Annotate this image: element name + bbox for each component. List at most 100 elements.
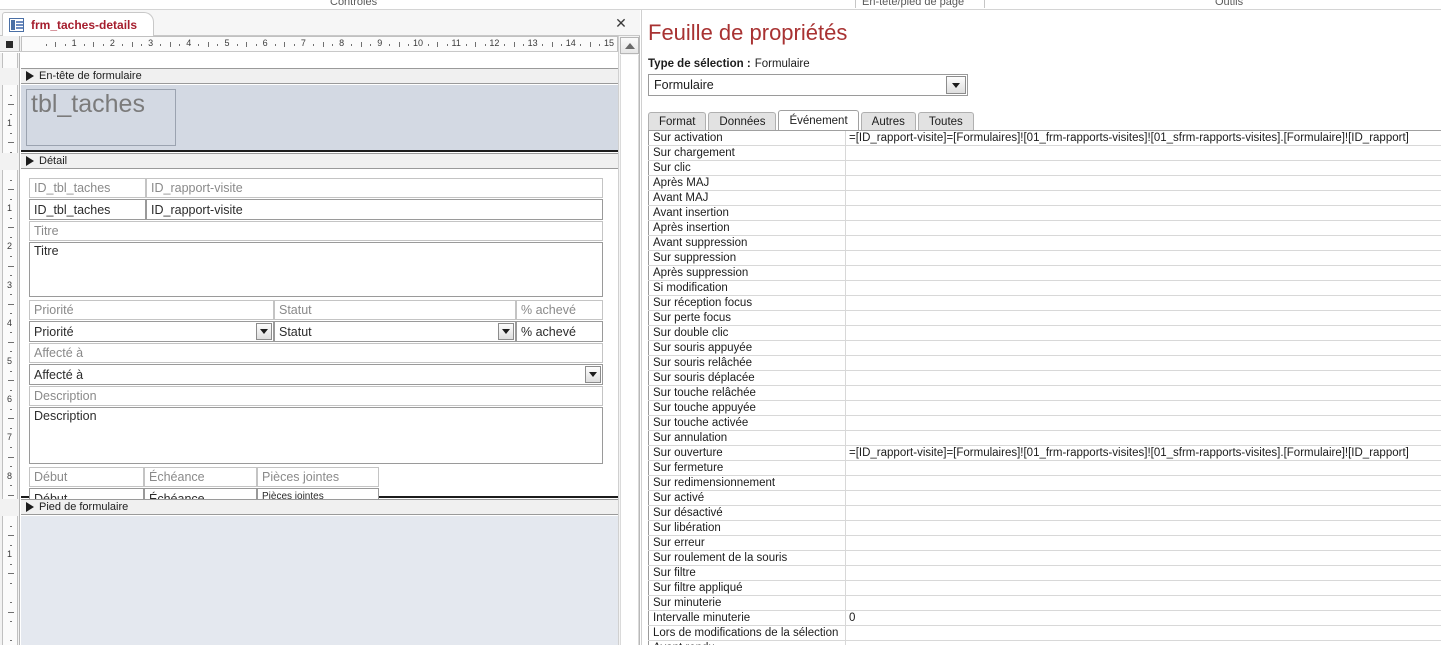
section-body-form-footer[interactable]	[21, 516, 618, 645]
property-value[interactable]	[846, 641, 1441, 645]
property-value[interactable]	[846, 401, 1441, 415]
property-row[interactable]: Sur touche activée	[648, 416, 1441, 431]
document-tab-frm-taches-details[interactable]: frm_taches-details	[2, 12, 155, 36]
property-row[interactable]: Sur clic	[648, 161, 1441, 176]
property-row[interactable]: Sur souris appuyée	[648, 341, 1441, 356]
property-row[interactable]: Sur chargement	[648, 146, 1441, 161]
field-titre[interactable]: Titre	[29, 242, 603, 297]
property-value[interactable]	[846, 476, 1441, 490]
property-value[interactable]	[846, 161, 1441, 175]
design-canvas[interactable]: En-tête de formulaire tbl_taches Détail …	[21, 53, 618, 645]
chevron-down-icon-object-selector[interactable]	[946, 76, 966, 94]
property-value[interactable]	[846, 491, 1441, 505]
label-priorite[interactable]: Priorité	[29, 300, 274, 320]
property-row[interactable]: Sur désactivé	[648, 506, 1441, 521]
section-bar-form-footer[interactable]: Pied de formulaire	[21, 499, 618, 515]
property-value[interactable]	[846, 461, 1441, 475]
field-description[interactable]: Description	[29, 407, 603, 464]
chevron-down-icon-priorite[interactable]	[256, 323, 272, 340]
property-row[interactable]: Sur touche relâchée	[648, 386, 1441, 401]
tab-autres[interactable]: Autres	[860, 112, 916, 131]
object-selector-combo[interactable]: Formulaire	[648, 74, 968, 96]
property-value[interactable]	[846, 626, 1441, 640]
property-value[interactable]	[846, 581, 1441, 595]
property-value[interactable]	[846, 236, 1441, 250]
tab--v-nement[interactable]: Événement	[778, 110, 859, 131]
field-statut[interactable]: Statut	[274, 321, 516, 342]
property-row[interactable]: Après insertion	[648, 221, 1441, 236]
scrollbar-track[interactable]	[620, 55, 639, 645]
property-value[interactable]	[846, 311, 1441, 325]
label-echeance[interactable]: Échéance	[144, 467, 257, 487]
property-row[interactable]: Sur annulation	[648, 431, 1441, 446]
property-value[interactable]	[846, 551, 1441, 565]
property-value[interactable]	[846, 431, 1441, 445]
property-value[interactable]	[846, 206, 1441, 220]
form-vertical-scrollbar[interactable]	[618, 36, 640, 645]
property-row[interactable]: Sur libération	[648, 521, 1441, 536]
label-titre[interactable]: Titre	[29, 221, 603, 241]
property-row[interactable]: Sur touche appuyée	[648, 401, 1441, 416]
property-row[interactable]: Sur souris relâchée	[648, 356, 1441, 371]
field-affecte-a[interactable]: Affecté à	[29, 364, 603, 385]
chevron-down-icon-statut[interactable]	[498, 323, 514, 340]
property-value[interactable]: 0	[846, 611, 1441, 625]
tab-donn-es[interactable]: Données	[708, 112, 777, 131]
section-body-form-header[interactable]: tbl_taches	[21, 85, 618, 152]
property-value[interactable]	[846, 296, 1441, 310]
property-value[interactable]	[846, 596, 1441, 610]
section-bar-detail[interactable]: Détail	[21, 153, 618, 169]
label-pct-acheve[interactable]: % achevé	[516, 300, 603, 320]
section-bar-form-header[interactable]: En-tête de formulaire	[21, 68, 618, 84]
property-row[interactable]: Intervalle minuterie 0	[648, 611, 1441, 626]
property-row[interactable]: Sur minuterie	[648, 596, 1441, 611]
property-value[interactable]	[846, 251, 1441, 265]
property-row[interactable]: Sur activation =[ID_rapport-visite]=[Form…	[648, 131, 1441, 146]
property-value[interactable]	[846, 386, 1441, 400]
label-statut[interactable]: Statut	[274, 300, 516, 320]
property-row[interactable]: Sur fermeture	[648, 461, 1441, 476]
property-value[interactable]	[846, 566, 1441, 580]
property-row[interactable]: Sur redimensionnement	[648, 476, 1441, 491]
close-icon[interactable]: ✕	[612, 14, 630, 32]
field-pct-acheve[interactable]: % achevé	[516, 321, 603, 342]
property-value[interactable]	[846, 221, 1441, 235]
property-row[interactable]: Sur double clic	[648, 326, 1441, 341]
property-row[interactable]: Après MAJ	[648, 176, 1441, 191]
property-row[interactable]: Sur activé	[648, 491, 1441, 506]
property-row[interactable]: Avant insertion	[648, 206, 1441, 221]
property-value[interactable]	[846, 266, 1441, 280]
property-row[interactable]: Sur perte focus	[648, 311, 1441, 326]
label-id-tbl-taches[interactable]: ID_tbl_taches	[29, 178, 146, 198]
ruler-corner-selector[interactable]	[0, 36, 20, 51]
property-row[interactable]: Avant MAJ	[648, 191, 1441, 206]
property-row[interactable]: Si modification	[648, 281, 1441, 296]
property-row[interactable]: Sur ouverture =[ID_rapport-visite]=[Formu…	[648, 446, 1441, 461]
scroll-up-icon[interactable]	[620, 37, 639, 54]
property-row[interactable]: Avant rendu	[648, 641, 1441, 645]
property-row[interactable]: Sur suppression	[648, 251, 1441, 266]
property-row[interactable]: Après suppression	[648, 266, 1441, 281]
property-value[interactable]	[846, 146, 1441, 160]
tab-format[interactable]: Format	[648, 112, 707, 131]
label-pieces-jointes[interactable]: Pièces jointes	[257, 467, 379, 487]
field-id-tbl-taches[interactable]: ID_tbl_taches	[29, 199, 146, 220]
property-row[interactable]: Lors de modifications de la sélection	[648, 626, 1441, 641]
property-value[interactable]	[846, 536, 1441, 550]
property-value[interactable]	[846, 416, 1441, 430]
property-value[interactable]: =[ID_rapport-visite]=[Formulaires]![01_f…	[846, 446, 1441, 460]
property-row[interactable]: Sur erreur	[648, 536, 1441, 551]
label-debut[interactable]: Début	[29, 467, 144, 487]
property-value[interactable]	[846, 356, 1441, 370]
label-affecte-a[interactable]: Affecté à	[29, 343, 603, 363]
property-value[interactable]	[846, 326, 1441, 340]
property-value[interactable]: =[ID_rapport-visite]=[Formulaires]![01_f…	[846, 131, 1441, 145]
control-form-title[interactable]: tbl_taches	[26, 89, 176, 146]
field-id-rapport-visite[interactable]: ID_rapport-visite	[146, 199, 603, 220]
property-row[interactable]: Sur souris déplacée	[648, 371, 1441, 386]
label-id-rapport-visite[interactable]: ID_rapport-visite	[146, 178, 603, 198]
property-row[interactable]: Sur filtre	[648, 566, 1441, 581]
property-value[interactable]	[846, 176, 1441, 190]
property-rows-grid[interactable]: Sur activation =[ID_rapport-visite]=[Form…	[648, 131, 1441, 645]
chevron-down-icon-affecte-a[interactable]	[585, 366, 601, 383]
